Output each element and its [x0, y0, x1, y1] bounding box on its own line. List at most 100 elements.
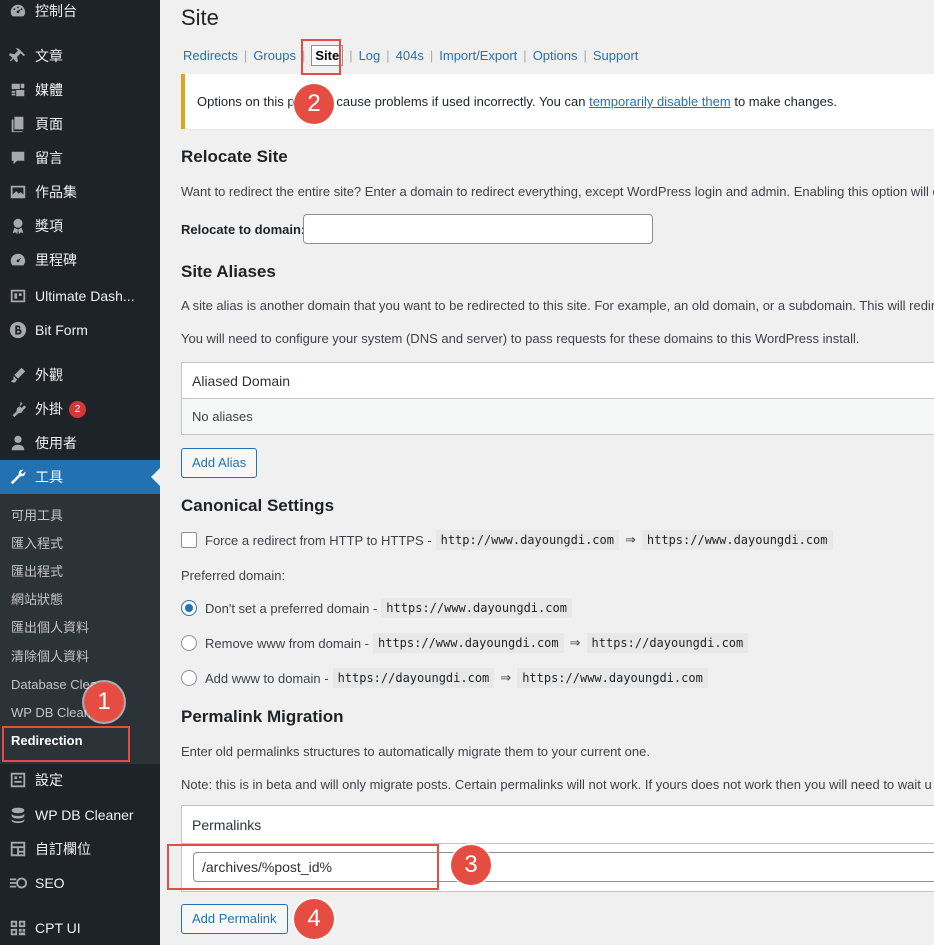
- menu-label: 里程碑: [35, 252, 77, 268]
- notice-text-start: Options on this p: [197, 94, 295, 109]
- menu-label: 文章: [35, 48, 63, 64]
- menu-pages[interactable]: 頁面: [0, 107, 160, 141]
- preferred-none-radio[interactable]: [181, 600, 197, 616]
- dashboard-icon: [8, 1, 28, 21]
- preferred-option-add-www[interactable]: Add www to domain - https://dayoungdi.co…: [181, 668, 712, 688]
- menu-cpt-ui[interactable]: CPT UI: [0, 911, 160, 945]
- disable-options-link[interactable]: temporarily disable them: [589, 94, 731, 109]
- menu-posts[interactable]: 文章: [0, 39, 160, 73]
- add-www-label: Add www to domain -: [205, 670, 329, 686]
- step-marker-2: 2: [294, 84, 334, 124]
- menu-settings[interactable]: 設定: [0, 763, 160, 797]
- https-redirect-checkbox[interactable]: [181, 532, 197, 548]
- menu-label: Bit Form: [35, 322, 88, 338]
- url-code: https://dayoungdi.com: [332, 668, 495, 688]
- menu-label: 外觀: [35, 367, 63, 383]
- seo-icon: [8, 873, 28, 893]
- redirect-arrow: ⇒: [569, 635, 581, 650]
- settings-icon: [8, 770, 28, 790]
- submenu-database-cleaner[interactable]: Database Clea: [11, 675, 97, 695]
- step-marker-4: 4: [294, 899, 334, 939]
- permalink-beta-note: Note: this is in beta and will only migr…: [181, 777, 932, 792]
- url-code: https://www.dayoungdi.com: [381, 598, 572, 618]
- submenu-available-tools[interactable]: 可用工具: [11, 506, 63, 526]
- redirect-arrow: ⇒: [500, 670, 512, 685]
- menu-bit-form[interactable]: Bit Form: [0, 313, 160, 347]
- tab-404s[interactable]: 404s: [396, 48, 424, 63]
- submenu-wp-db-cleaner[interactable]: WP DB Clean: [11, 703, 91, 723]
- highlight-permalink-input: [167, 844, 439, 890]
- http-url: http://www.dayoungdi.com: [435, 530, 619, 550]
- step-marker-1: 1: [84, 682, 124, 722]
- menu-dashboard[interactable]: 控制台: [0, 0, 160, 28]
- canonical-heading: Canonical Settings: [181, 496, 335, 515]
- menu-ultimate-dashboard[interactable]: Ultimate Dash...: [0, 279, 160, 313]
- menu-label: 控制台: [35, 3, 77, 19]
- menu-seo[interactable]: SEO: [0, 866, 160, 900]
- highlight-site-tab: [301, 39, 341, 75]
- portfolio-icon: [8, 182, 28, 202]
- aliases-heading: Site Aliases: [181, 262, 276, 281]
- relocate-domain-input[interactable]: [303, 214, 653, 244]
- menu-label: 自訂欄位: [35, 841, 91, 857]
- relocate-description: Want to redirect the entire site? Enter …: [181, 184, 934, 199]
- menu-portfolio[interactable]: 作品集: [0, 175, 160, 209]
- https-url: https://www.dayoungdi.com: [641, 530, 833, 550]
- menu-plugins[interactable]: 外掛 2: [0, 392, 160, 426]
- tools-submenu: 可用工具 匯入程式 匯出程式 網站狀態 匯出個人資料 清除個人資料 Databa…: [0, 494, 160, 764]
- preferred-option-remove-www[interactable]: Remove www from domain - https://www.day…: [181, 633, 752, 653]
- https-redirect-option[interactable]: Force a redirect from HTTP to HTTPS - ht…: [181, 530, 837, 550]
- menu-label: 留言: [35, 150, 63, 166]
- menu-wp-db-cleaner[interactable]: WP DB Cleaner: [0, 798, 160, 832]
- tab-import-export[interactable]: Import/Export: [439, 48, 517, 63]
- add-www-radio[interactable]: [181, 670, 197, 686]
- award-icon: [8, 216, 28, 236]
- menu-awards[interactable]: 獎項: [0, 209, 160, 243]
- page-icon: [8, 114, 28, 134]
- tab-groups[interactable]: Groups: [253, 48, 296, 63]
- redirect-arrow: ⇒: [624, 532, 636, 547]
- relocate-label: Relocate to domain:: [181, 222, 306, 237]
- preferred-none-label: Don't set a preferred domain -: [205, 600, 378, 616]
- submenu-export[interactable]: 匯出程式: [11, 562, 63, 582]
- menu-appearance[interactable]: 外觀: [0, 358, 160, 392]
- tab-redirects[interactable]: Redirects: [183, 48, 238, 63]
- update-count-badge: 2: [69, 400, 86, 418]
- aliases-description: A site alias is another domain that you …: [181, 298, 934, 313]
- menu-custom-fields[interactable]: 自訂欄位: [0, 832, 160, 866]
- tab-log[interactable]: Log: [359, 48, 381, 63]
- comment-icon: [8, 148, 28, 168]
- aliases-dns-note: You will need to configure your system (…: [181, 331, 860, 346]
- plugin-icon: [8, 399, 28, 419]
- menu-users[interactable]: 使用者: [0, 426, 160, 460]
- highlight-redirection: [2, 726, 130, 762]
- preferred-option-none[interactable]: Don't set a preferred domain - https://w…: [181, 598, 576, 618]
- admin-sidebar: 控制台 文章 媒體 頁面 留言 作品集 獎項 里程碑 Ultimate Dash…: [0, 0, 160, 945]
- relocate-heading: Relocate Site: [181, 147, 288, 166]
- tab-options[interactable]: Options: [533, 48, 578, 63]
- menu-label: 作品集: [35, 184, 77, 200]
- add-permalink-button[interactable]: Add Permalink: [181, 904, 288, 934]
- milestone-icon: [8, 250, 28, 270]
- database-icon: [8, 805, 28, 825]
- menu-label: Ultimate Dash...: [35, 288, 135, 304]
- bit-form-icon: [8, 320, 28, 340]
- menu-label: CPT UI: [35, 920, 81, 936]
- submenu-erase-personal-data[interactable]: 清除個人資料: [11, 647, 89, 667]
- pin-icon: [8, 46, 28, 66]
- permalinks-header: Permalinks: [182, 806, 934, 844]
- url-code: https://www.dayoungdi.com: [517, 668, 708, 688]
- menu-milestones[interactable]: 里程碑: [0, 243, 160, 277]
- menu-media[interactable]: 媒體: [0, 73, 160, 107]
- menu-label: SEO: [35, 875, 65, 891]
- menu-tools[interactable]: 工具: [0, 460, 160, 494]
- menu-comments[interactable]: 留言: [0, 141, 160, 175]
- submenu-export-personal-data[interactable]: 匯出個人資料: [11, 618, 89, 638]
- remove-www-radio[interactable]: [181, 635, 197, 651]
- submenu-site-health[interactable]: 網站狀態: [11, 590, 63, 610]
- custom-fields-icon: [8, 839, 28, 859]
- tab-support[interactable]: Support: [593, 48, 639, 63]
- submenu-import[interactable]: 匯入程式: [11, 534, 63, 554]
- url-code: https://dayoungdi.com: [586, 633, 749, 653]
- add-alias-button[interactable]: Add Alias: [181, 448, 258, 478]
